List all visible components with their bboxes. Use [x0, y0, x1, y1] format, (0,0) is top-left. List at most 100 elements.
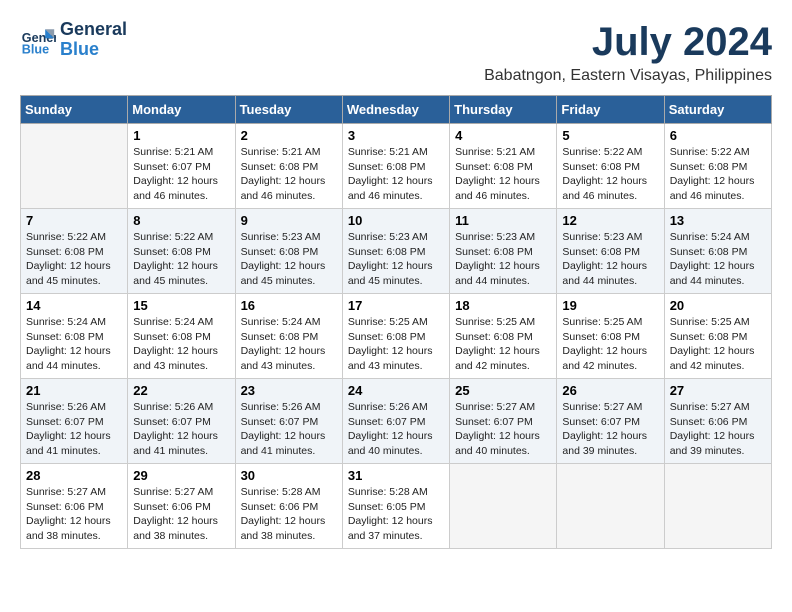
calendar-cell	[21, 124, 128, 209]
day-number: 22	[133, 383, 229, 398]
day-info: Sunrise: 5:24 AM Sunset: 6:08 PM Dayligh…	[670, 230, 766, 289]
day-info: Sunrise: 5:28 AM Sunset: 6:06 PM Dayligh…	[241, 485, 337, 544]
day-number: 4	[455, 128, 551, 143]
day-info: Sunrise: 5:26 AM Sunset: 6:07 PM Dayligh…	[133, 400, 229, 459]
calendar-cell: 20 Sunrise: 5:25 AM Sunset: 6:08 PM Dayli…	[664, 294, 771, 379]
calendar-cell: 7 Sunrise: 5:22 AM Sunset: 6:08 PM Daylig…	[21, 209, 128, 294]
day-info: Sunrise: 5:21 AM Sunset: 6:07 PM Dayligh…	[133, 145, 229, 204]
calendar-week-3: 14 Sunrise: 5:24 AM Sunset: 6:08 PM Dayli…	[21, 294, 772, 379]
day-number: 12	[562, 213, 658, 228]
day-number: 17	[348, 298, 444, 313]
day-info: Sunrise: 5:23 AM Sunset: 6:08 PM Dayligh…	[455, 230, 551, 289]
day-info: Sunrise: 5:22 AM Sunset: 6:08 PM Dayligh…	[26, 230, 122, 289]
day-info: Sunrise: 5:27 AM Sunset: 6:07 PM Dayligh…	[455, 400, 551, 459]
day-number: 14	[26, 298, 122, 313]
day-number: 27	[670, 383, 766, 398]
calendar-cell: 11 Sunrise: 5:23 AM Sunset: 6:08 PM Dayli…	[450, 209, 557, 294]
logo-text-blue: Blue	[60, 40, 127, 60]
header-sunday: Sunday	[21, 96, 128, 124]
day-number: 23	[241, 383, 337, 398]
calendar-cell: 31Sunrise: 5:28 AM Sunset: 6:05 PM Dayli…	[342, 464, 449, 549]
header-friday: Friday	[557, 96, 664, 124]
day-number: 24	[348, 383, 444, 398]
day-info: Sunrise: 5:27 AM Sunset: 6:06 PM Dayligh…	[133, 485, 229, 544]
calendar-cell: 5 Sunrise: 5:22 AM Sunset: 6:08 PM Daylig…	[557, 124, 664, 209]
day-info: Sunrise: 5:27 AM Sunset: 6:06 PM Dayligh…	[670, 400, 766, 459]
calendar-cell	[450, 464, 557, 549]
header-thursday: Thursday	[450, 96, 557, 124]
logo-text-general: General	[60, 20, 127, 40]
calendar-cell: 1 Sunrise: 5:21 AM Sunset: 6:07 PM Daylig…	[128, 124, 235, 209]
day-number: 25	[455, 383, 551, 398]
calendar-cell: 3Sunrise: 5:21 AM Sunset: 6:08 PM Daylig…	[342, 124, 449, 209]
day-info: Sunrise: 5:21 AM Sunset: 6:08 PM Dayligh…	[455, 145, 551, 204]
day-info: Sunrise: 5:27 AM Sunset: 6:07 PM Dayligh…	[562, 400, 658, 459]
day-info: Sunrise: 5:22 AM Sunset: 6:08 PM Dayligh…	[562, 145, 658, 204]
day-info: Sunrise: 5:23 AM Sunset: 6:08 PM Dayligh…	[562, 230, 658, 289]
calendar-cell: 21 Sunrise: 5:26 AM Sunset: 6:07 PM Dayli…	[21, 379, 128, 464]
calendar-cell: 18Sunrise: 5:25 AM Sunset: 6:08 PM Dayli…	[450, 294, 557, 379]
header-monday: Monday	[128, 96, 235, 124]
day-info: Sunrise: 5:23 AM Sunset: 6:08 PM Dayligh…	[241, 230, 337, 289]
day-number: 3	[348, 128, 444, 143]
day-number: 8	[133, 213, 229, 228]
calendar-cell: 26 Sunrise: 5:27 AM Sunset: 6:07 PM Dayli…	[557, 379, 664, 464]
day-info: Sunrise: 5:21 AM Sunset: 6:08 PM Dayligh…	[241, 145, 337, 204]
calendar-table: SundayMondayTuesdayWednesdayThursdayFrid…	[20, 95, 772, 549]
calendar-cell: 23 Sunrise: 5:26 AM Sunset: 6:07 PM Dayli…	[235, 379, 342, 464]
header-tuesday: Tuesday	[235, 96, 342, 124]
calendar-cell: 25 Sunrise: 5:27 AM Sunset: 6:07 PM Dayli…	[450, 379, 557, 464]
day-number: 7	[26, 213, 122, 228]
day-info: Sunrise: 5:24 AM Sunset: 6:08 PM Dayligh…	[133, 315, 229, 374]
day-info: Sunrise: 5:26 AM Sunset: 6:07 PM Dayligh…	[241, 400, 337, 459]
day-info: Sunrise: 5:26 AM Sunset: 6:07 PM Dayligh…	[348, 400, 444, 459]
calendar-week-2: 7 Sunrise: 5:22 AM Sunset: 6:08 PM Daylig…	[21, 209, 772, 294]
day-number: 26	[562, 383, 658, 398]
day-number: 10	[348, 213, 444, 228]
svg-text:Blue: Blue	[22, 42, 49, 56]
location-title: Babatngon, Eastern Visayas, Philippines	[484, 67, 772, 85]
day-number: 31	[348, 468, 444, 483]
day-number: 28	[26, 468, 122, 483]
calendar-cell	[557, 464, 664, 549]
calendar-cell: 12 Sunrise: 5:23 AM Sunset: 6:08 PM Dayli…	[557, 209, 664, 294]
day-number: 9	[241, 213, 337, 228]
header-saturday: Saturday	[664, 96, 771, 124]
day-info: Sunrise: 5:23 AM Sunset: 6:08 PM Dayligh…	[348, 230, 444, 289]
day-info: Sunrise: 5:25 AM Sunset: 6:08 PM Dayligh…	[670, 315, 766, 374]
calendar-cell: 13 Sunrise: 5:24 AM Sunset: 6:08 PM Dayli…	[664, 209, 771, 294]
day-number: 30	[241, 468, 337, 483]
day-number: 5	[562, 128, 658, 143]
logo: General Blue General Blue	[20, 20, 127, 60]
day-number: 29	[133, 468, 229, 483]
calendar-cell: 2 Sunrise: 5:21 AM Sunset: 6:08 PM Daylig…	[235, 124, 342, 209]
header-wednesday: Wednesday	[342, 96, 449, 124]
calendar-cell: 28 Sunrise: 5:27 AM Sunset: 6:06 PM Dayli…	[21, 464, 128, 549]
calendar-cell: 8Sunrise: 5:22 AM Sunset: 6:08 PM Daylig…	[128, 209, 235, 294]
day-info: Sunrise: 5:25 AM Sunset: 6:08 PM Dayligh…	[455, 315, 551, 374]
page-header: General Blue General Blue July 2024 Baba…	[20, 20, 772, 85]
calendar-cell: 24 Sunrise: 5:26 AM Sunset: 6:07 PM Dayli…	[342, 379, 449, 464]
day-number: 20	[670, 298, 766, 313]
month-title: July 2024	[484, 20, 772, 65]
day-number: 1	[133, 128, 229, 143]
calendar-cell: 27 Sunrise: 5:27 AM Sunset: 6:06 PM Dayli…	[664, 379, 771, 464]
day-number: 19	[562, 298, 658, 313]
day-number: 21	[26, 383, 122, 398]
calendar-cell: 9 Sunrise: 5:23 AM Sunset: 6:08 PM Daylig…	[235, 209, 342, 294]
title-block: July 2024 Babatngon, Eastern Visayas, Ph…	[484, 20, 772, 85]
calendar-cell: 17Sunrise: 5:25 AM Sunset: 6:08 PM Dayli…	[342, 294, 449, 379]
day-info: Sunrise: 5:26 AM Sunset: 6:07 PM Dayligh…	[26, 400, 122, 459]
calendar-cell: 15Sunrise: 5:24 AM Sunset: 6:08 PM Dayli…	[128, 294, 235, 379]
day-number: 13	[670, 213, 766, 228]
calendar-week-1: 1 Sunrise: 5:21 AM Sunset: 6:07 PM Daylig…	[21, 124, 772, 209]
day-number: 11	[455, 213, 551, 228]
day-number: 6	[670, 128, 766, 143]
day-info: Sunrise: 5:27 AM Sunset: 6:06 PM Dayligh…	[26, 485, 122, 544]
day-info: Sunrise: 5:22 AM Sunset: 6:08 PM Dayligh…	[670, 145, 766, 204]
calendar-cell: 10 Sunrise: 5:23 AM Sunset: 6:08 PM Dayli…	[342, 209, 449, 294]
day-info: Sunrise: 5:24 AM Sunset: 6:08 PM Dayligh…	[26, 315, 122, 374]
day-number: 2	[241, 128, 337, 143]
logo-icon: General Blue	[20, 22, 56, 58]
calendar-cell: 30 Sunrise: 5:28 AM Sunset: 6:06 PM Dayli…	[235, 464, 342, 549]
